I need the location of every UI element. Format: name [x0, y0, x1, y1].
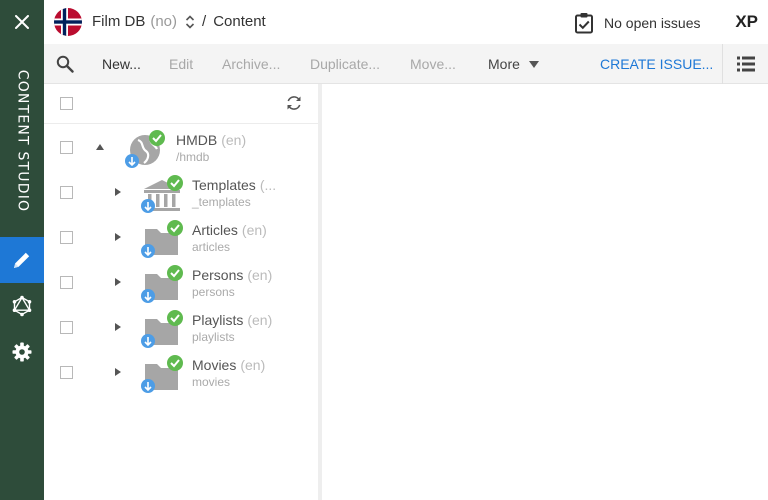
pencil-icon — [14, 252, 30, 268]
grid-header — [44, 84, 318, 124]
tree-row-articles[interactable]: Articles (en) articles — [44, 215, 318, 260]
project-flag-icon — [54, 8, 82, 36]
clipboard-check-icon — [575, 13, 593, 34]
app-header: Film DB (no) / Content No open issues XP — [44, 0, 768, 44]
content-tree-grid: HMDB (en) /hmdb Templates (... _template… — [44, 84, 318, 500]
toggle-details-button[interactable] — [736, 54, 756, 79]
row-checkbox[interactable] — [60, 231, 73, 244]
app-rail: CONTENT STUDIO — [0, 0, 44, 500]
project-selector[interactable]: Film DB (no) / Content — [92, 13, 266, 30]
site-icon — [124, 130, 170, 170]
page-title: Content — [213, 13, 266, 30]
issues-button[interactable]: No open issues — [574, 12, 701, 34]
folder-icon — [140, 265, 186, 305]
rail-item-content[interactable] — [0, 237, 44, 283]
edit-button[interactable]: Edit — [169, 56, 193, 72]
rail-item-graphql[interactable] — [0, 283, 44, 329]
row-checkbox[interactable] — [60, 366, 73, 379]
content-toolbar: New... Edit Archive... Duplicate... Move… — [44, 44, 768, 84]
node-path: /hmdb — [176, 150, 210, 164]
tree-row-templates[interactable]: Templates (... _templates — [44, 170, 318, 215]
list-icon — [737, 56, 755, 72]
select-all-checkbox[interactable] — [60, 97, 73, 110]
create-issue-button[interactable]: CREATE ISSUE... — [600, 56, 713, 72]
new-button[interactable]: New... — [102, 56, 141, 72]
node-title: Playlists (en) — [192, 312, 273, 328]
caret-down-icon — [528, 60, 539, 68]
tree-row-playlists[interactable]: Playlists (en) playlists — [44, 305, 318, 350]
duplicate-button[interactable]: Duplicate... — [310, 56, 380, 72]
expand-toggle-icon[interactable] — [115, 323, 121, 331]
breadcrumb-separator: / — [202, 13, 207, 30]
node-path: _templates — [192, 195, 251, 209]
folder-icon — [140, 310, 186, 350]
node-title: Articles (en) — [192, 222, 267, 238]
search-button[interactable] — [56, 55, 74, 78]
node-path: articles — [192, 240, 231, 254]
refresh-button[interactable] — [285, 94, 303, 117]
gear-icon — [12, 342, 32, 362]
node-title: Persons (en) — [192, 267, 273, 283]
project-lang: (no) — [150, 13, 178, 30]
more-label: More — [488, 56, 520, 72]
expand-toggle-icon[interactable] — [115, 368, 121, 376]
tree-row-persons[interactable]: Persons (en) persons — [44, 260, 318, 305]
collapse-toggle-icon[interactable] — [96, 144, 104, 150]
node-path: persons — [192, 285, 235, 299]
more-menu-button[interactable]: More — [488, 56, 539, 72]
node-path: movies — [192, 375, 231, 389]
xp-logo: XP — [735, 12, 758, 31]
rail-item-settings[interactable] — [0, 329, 44, 375]
expand-toggle-icon[interactable] — [115, 188, 121, 196]
row-checkbox[interactable] — [60, 141, 73, 154]
search-icon — [56, 55, 74, 73]
folder-icon — [140, 355, 186, 395]
issues-label: No open issues — [604, 15, 701, 31]
node-title: Movies (en) — [192, 357, 266, 373]
tree-row-root[interactable]: HMDB (en) /hmdb — [44, 125, 318, 170]
close-icon — [15, 15, 29, 29]
project-name: Film DB — [92, 13, 146, 30]
tree-row-movies[interactable]: Movies (en) movies — [44, 350, 318, 395]
node-title: HMDB (en) — [176, 132, 247, 148]
move-button[interactable]: Move... — [410, 56, 456, 72]
row-checkbox[interactable] — [60, 186, 73, 199]
close-button[interactable] — [0, 0, 44, 44]
expand-toggle-icon[interactable] — [115, 233, 121, 241]
node-title: Templates (... — [192, 177, 277, 193]
templates-icon — [140, 175, 186, 215]
app-title: CONTENT STUDIO — [14, 69, 30, 213]
preview-panel — [322, 84, 768, 500]
archive-button[interactable]: Archive... — [222, 56, 280, 72]
graphql-icon — [12, 295, 32, 317]
refresh-icon — [287, 96, 301, 110]
expand-toggle-icon[interactable] — [115, 278, 121, 286]
row-checkbox[interactable] — [60, 276, 73, 289]
node-path: playlists — [192, 330, 235, 344]
chevron-updown-icon — [185, 14, 195, 29]
toolbar-divider — [722, 44, 723, 84]
row-checkbox[interactable] — [60, 321, 73, 334]
folder-icon — [140, 220, 186, 260]
